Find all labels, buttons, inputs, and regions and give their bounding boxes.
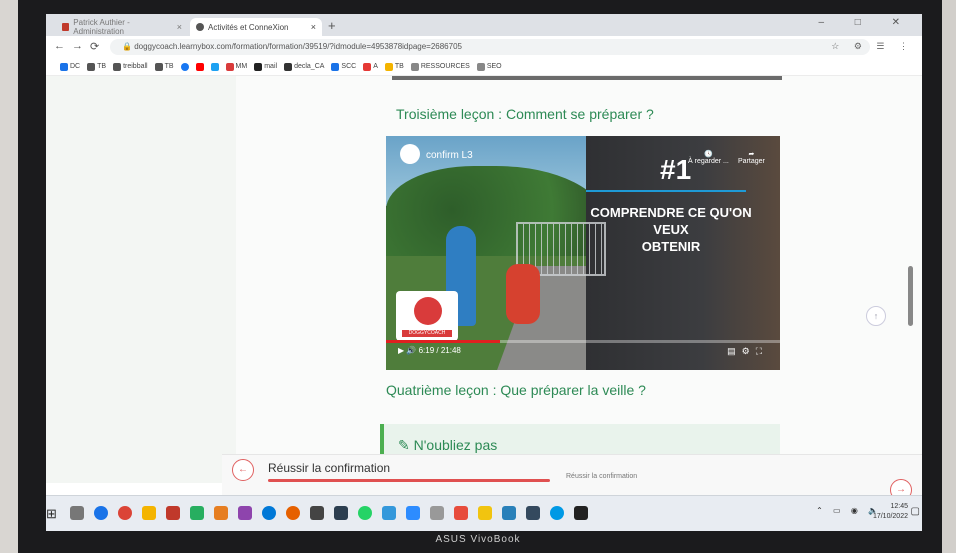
app-icon[interactable] [190,506,204,520]
next-lesson-label: Réussir la confirmation [566,473,638,480]
bookmark-item[interactable]: DC [60,62,80,71]
dog-favicon-icon [196,23,204,31]
share-button[interactable]: ➦ Partager [738,150,765,165]
windows-start-icon[interactable]: ⊞ [46,506,57,522]
app-icon[interactable] [454,506,468,520]
app-icon[interactable] [238,506,252,520]
channel-logo-icon[interactable] [400,144,420,164]
address-bar-row: ← → ⟳ 🔒 doggycoach.learnybox.com/formati… [46,36,922,59]
tab-title: Patrick Authier - Administration [73,18,130,36]
doggycoach-logo: DOGGYCOACH [396,291,458,341]
file-explorer-icon[interactable] [142,506,156,520]
lesson-4-title: Quatrième leçon : Que préparer la veille… [386,382,646,398]
app-icon[interactable] [382,506,396,520]
pencil-icon: ✎ [398,437,414,453]
tab-administration[interactable]: Patrick Authier - Administration × [56,18,188,36]
app-icon[interactable] [430,506,444,520]
firefox-icon[interactable] [286,506,300,520]
laptop-screen: Patrick Authier - Administration × Activ… [46,14,922,531]
edge-icon[interactable] [262,506,276,520]
volume-icon[interactable]: 🔊 [406,346,416,355]
tab-activites[interactable]: Activités et ConneXion × [190,18,322,36]
video-controls-right: ▤⚙⛶ [727,346,768,357]
app-icon[interactable] [502,506,516,520]
bookmark-item[interactable]: RESSOURCES [410,62,470,71]
notification-icon[interactable]: ▢ [911,506,920,517]
close-icon[interactable]: × [177,22,182,32]
desk-background-left [0,0,18,553]
chrome-icon[interactable] [118,506,132,520]
extension-icons[interactable]: ☆ ⚙ ☰ ⋮ [831,41,914,52]
bookmark-item[interactable] [195,62,204,71]
left-sidebar [46,76,237,483]
previous-lesson-button[interactable]: ← [232,459,254,481]
bookmark-item[interactable]: SEO [476,62,502,71]
video-overlay-text: COMPRENDRE CE QU'ON VEUX OBTENIR [590,205,752,254]
tab-title: Activités et ConneXion [208,22,289,32]
course-page: Troisième leçon : Comment se préparer ? … [46,76,922,483]
video-progress-bar[interactable] [386,340,780,343]
app-icon[interactable] [550,506,564,520]
app-icon[interactable] [574,506,588,520]
back-arrow-icon[interactable]: ← [54,40,65,52]
url-input[interactable]: 🔒 doggycoach.learnybox.com/formation/for… [110,39,870,55]
video-time: 6:19 / 21:48 [418,346,461,355]
settings-gear-icon[interactable]: ⚙ [742,346,756,356]
bookmark-item[interactable] [210,62,219,71]
bookmark-item[interactable] [180,62,189,71]
app-icon[interactable] [526,506,540,520]
laptop-brand-label: ASUS VivoBook [435,534,521,545]
video-controls-left: ▶ 🔊 6:19 / 21:48 [398,346,461,355]
bookmark-item[interactable]: TB [87,62,106,71]
dog-logo-icon [414,297,442,325]
bookmark-item[interactable]: TB [154,62,174,71]
whatsapp-icon[interactable] [358,506,372,520]
share-icon: ➦ [748,151,755,158]
close-icon[interactable]: × [311,22,316,32]
bookmark-item[interactable]: treibball [113,62,148,71]
lock-icon: 🔒 [122,42,135,51]
fullscreen-icon[interactable]: ⛶ [756,346,768,356]
scroll-top-button[interactable]: ↑ [866,306,886,326]
new-tab-button[interactable]: + [328,18,336,33]
bookmarks-bar: DC TB treibball TB MM mail decla_CA SCC … [46,58,922,76]
app-icon[interactable] [310,506,324,520]
vlc-icon[interactable] [214,506,228,520]
url-text: doggycoach.learnybox.com/formation/forma… [134,42,462,51]
lesson-navigation: ← Réussir la confirmation Réussir la con… [222,454,922,501]
section-divider [392,76,782,80]
bookmark-item[interactable]: decla_CA [284,62,324,71]
browser-tab-bar: Patrick Authier - Administration × Activ… [46,14,922,36]
forward-arrow-icon[interactable]: → [72,40,83,52]
play-icon[interactable]: ▶ [398,346,404,355]
windows-taskbar: ⊞ ⌃ ▭ ◉ 🔈 12:45 17/10/2022 ▢ [46,495,922,531]
video-player[interactable]: confirm L3 #1 🕓 À regarder ... ➦ Partager … [386,136,780,370]
lesson-progress-indicator [268,479,550,482]
task-view-icon[interactable] [70,506,84,520]
subtitles-icon[interactable]: ▤ [727,346,742,356]
window-controls[interactable]: – □ ✕ [818,17,914,28]
bookmark-item[interactable]: SCC [331,62,356,71]
app-icon[interactable] [166,506,180,520]
bookmark-item[interactable]: TB [384,62,404,71]
site-favicon-icon [62,23,70,31]
bookmark-item[interactable]: A [363,62,378,71]
taskbar-clock[interactable]: 12:45 17/10/2022 [873,502,908,522]
video-title[interactable]: confirm L3 [426,150,473,161]
watch-later-button[interactable]: 🕓 À regarder ... [688,150,729,165]
bookmark-item[interactable]: MM [225,62,247,71]
reload-icon[interactable]: ⟳ [90,40,99,53]
desk-background-right [942,0,956,553]
video-rank: #1 [660,154,692,185]
app-icon[interactable] [334,506,348,520]
app-icon[interactable] [478,506,492,520]
zoom-icon[interactable] [406,506,420,520]
page-scrollbar[interactable] [908,266,913,326]
current-lesson-label: Réussir la confirmation [268,461,391,475]
clock-icon: 🕓 [704,151,713,158]
lesson-3-title: Troisième leçon : Comment se préparer ? [396,106,654,122]
app-icon[interactable] [94,506,108,520]
note-label: N'oubliez pas [413,437,498,453]
bookmark-item[interactable]: mail [254,62,277,71]
